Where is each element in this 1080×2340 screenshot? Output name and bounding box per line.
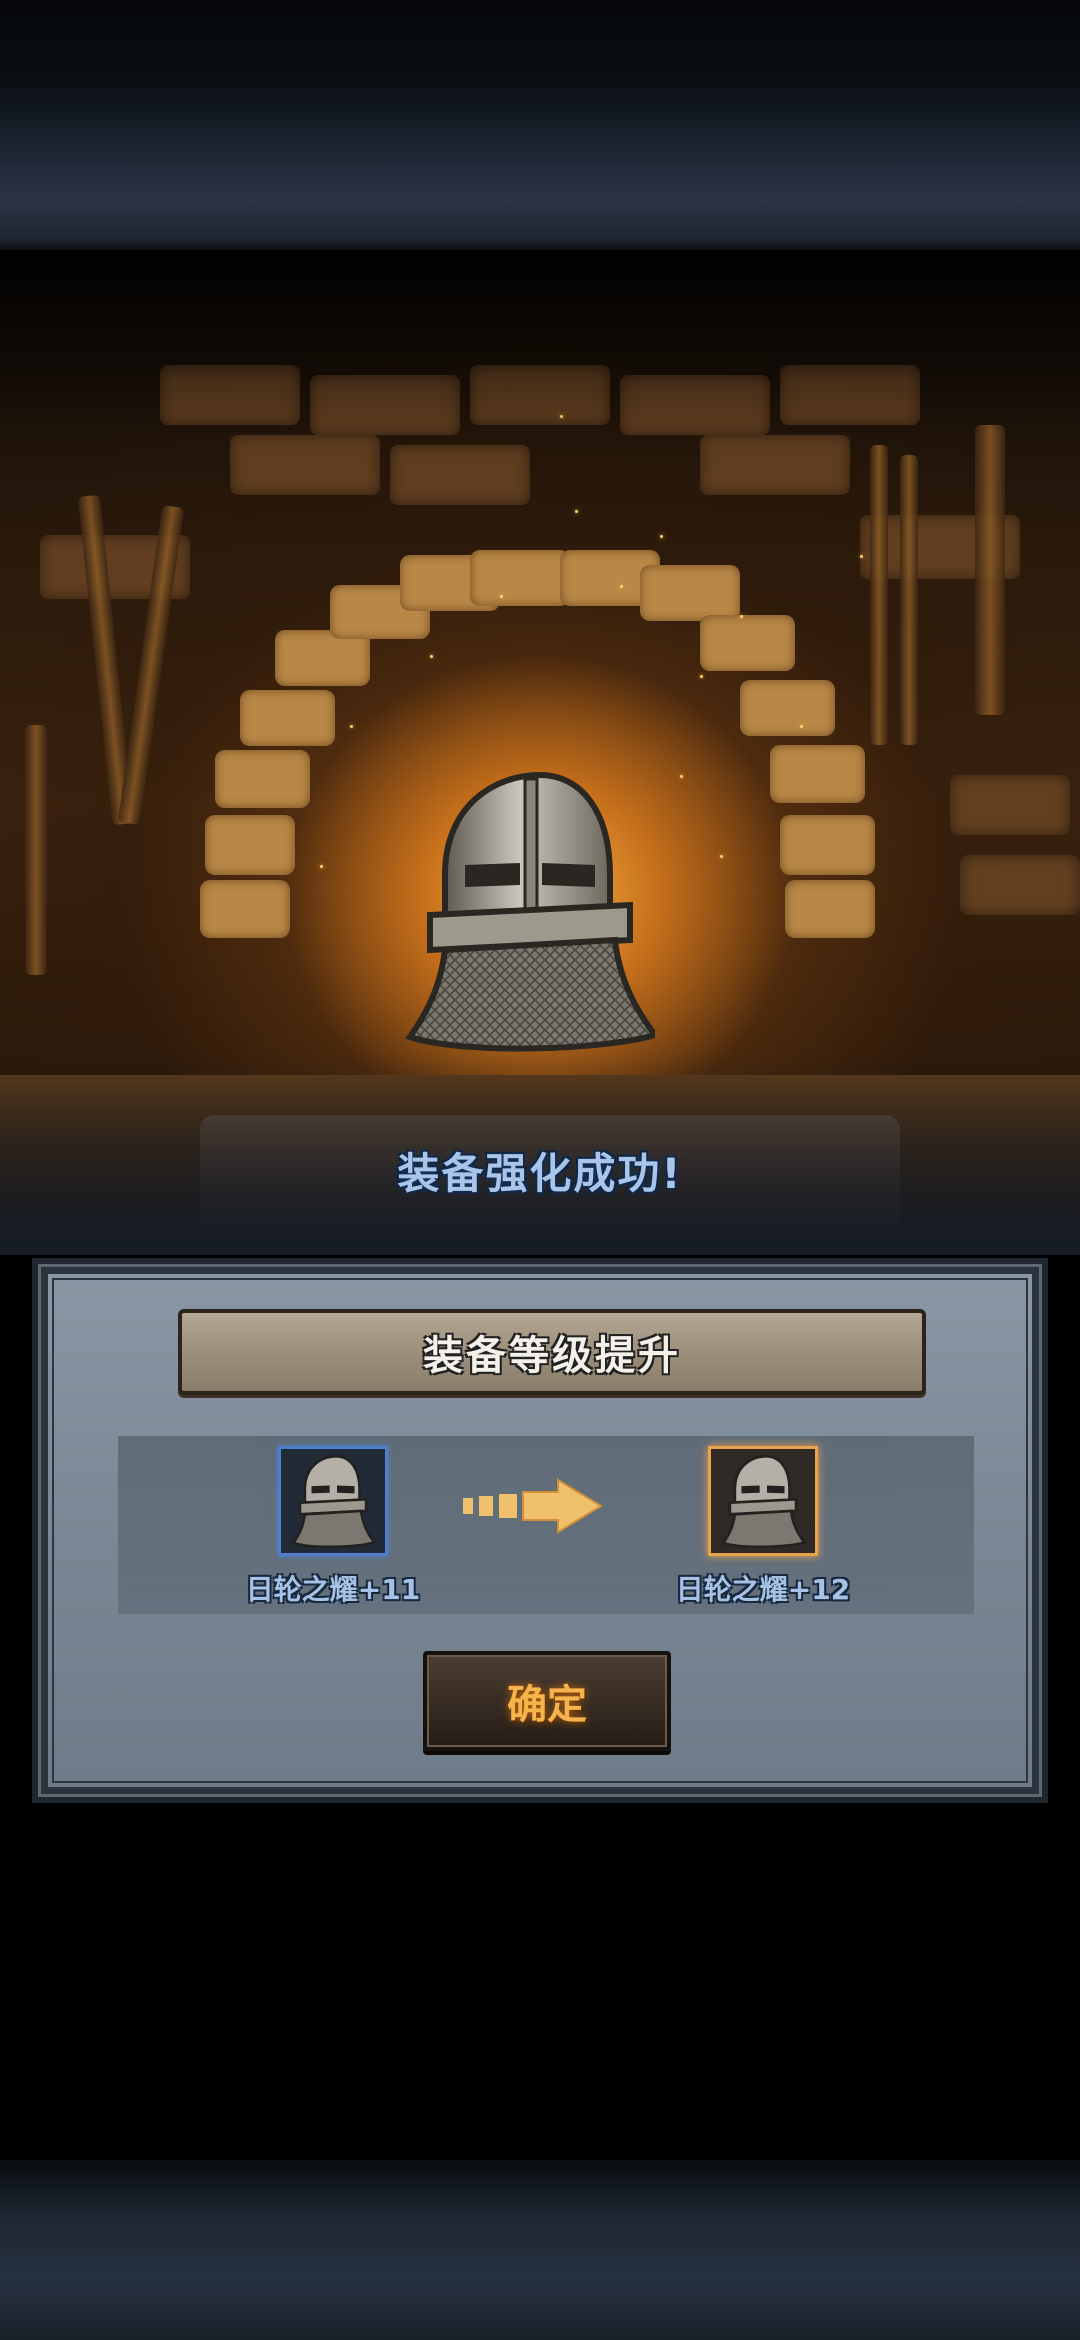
panel-title: 装备等级提升 [178, 1309, 926, 1395]
scene-vignette [0, 255, 1080, 1255]
top-letterbox-band [0, 0, 1080, 250]
bottom-letterbox-band [0, 2160, 1080, 2340]
dashed-arrow-right-icon [463, 1478, 603, 1534]
item-before-card[interactable] [278, 1446, 388, 1556]
knight-helmet-icon [721, 1454, 807, 1549]
success-message: 装备强化成功! [397, 1149, 683, 1198]
upgrade-comparison: 日轮之耀+11 日轮之耀+12 [118, 1436, 974, 1614]
item-after-name: 日轮之耀+12 [675, 1573, 851, 1606]
item-after-card[interactable] [708, 1446, 818, 1556]
upgrade-panel: 装备等级提升 日轮之耀+11 日轮之耀+12 确定 [32, 1258, 1048, 1803]
item-before-name: 日轮之耀+11 [245, 1573, 421, 1606]
forge-scene [0, 255, 1080, 1255]
confirm-button[interactable]: 确定 [423, 1651, 671, 1751]
knight-helmet-icon [291, 1454, 377, 1549]
